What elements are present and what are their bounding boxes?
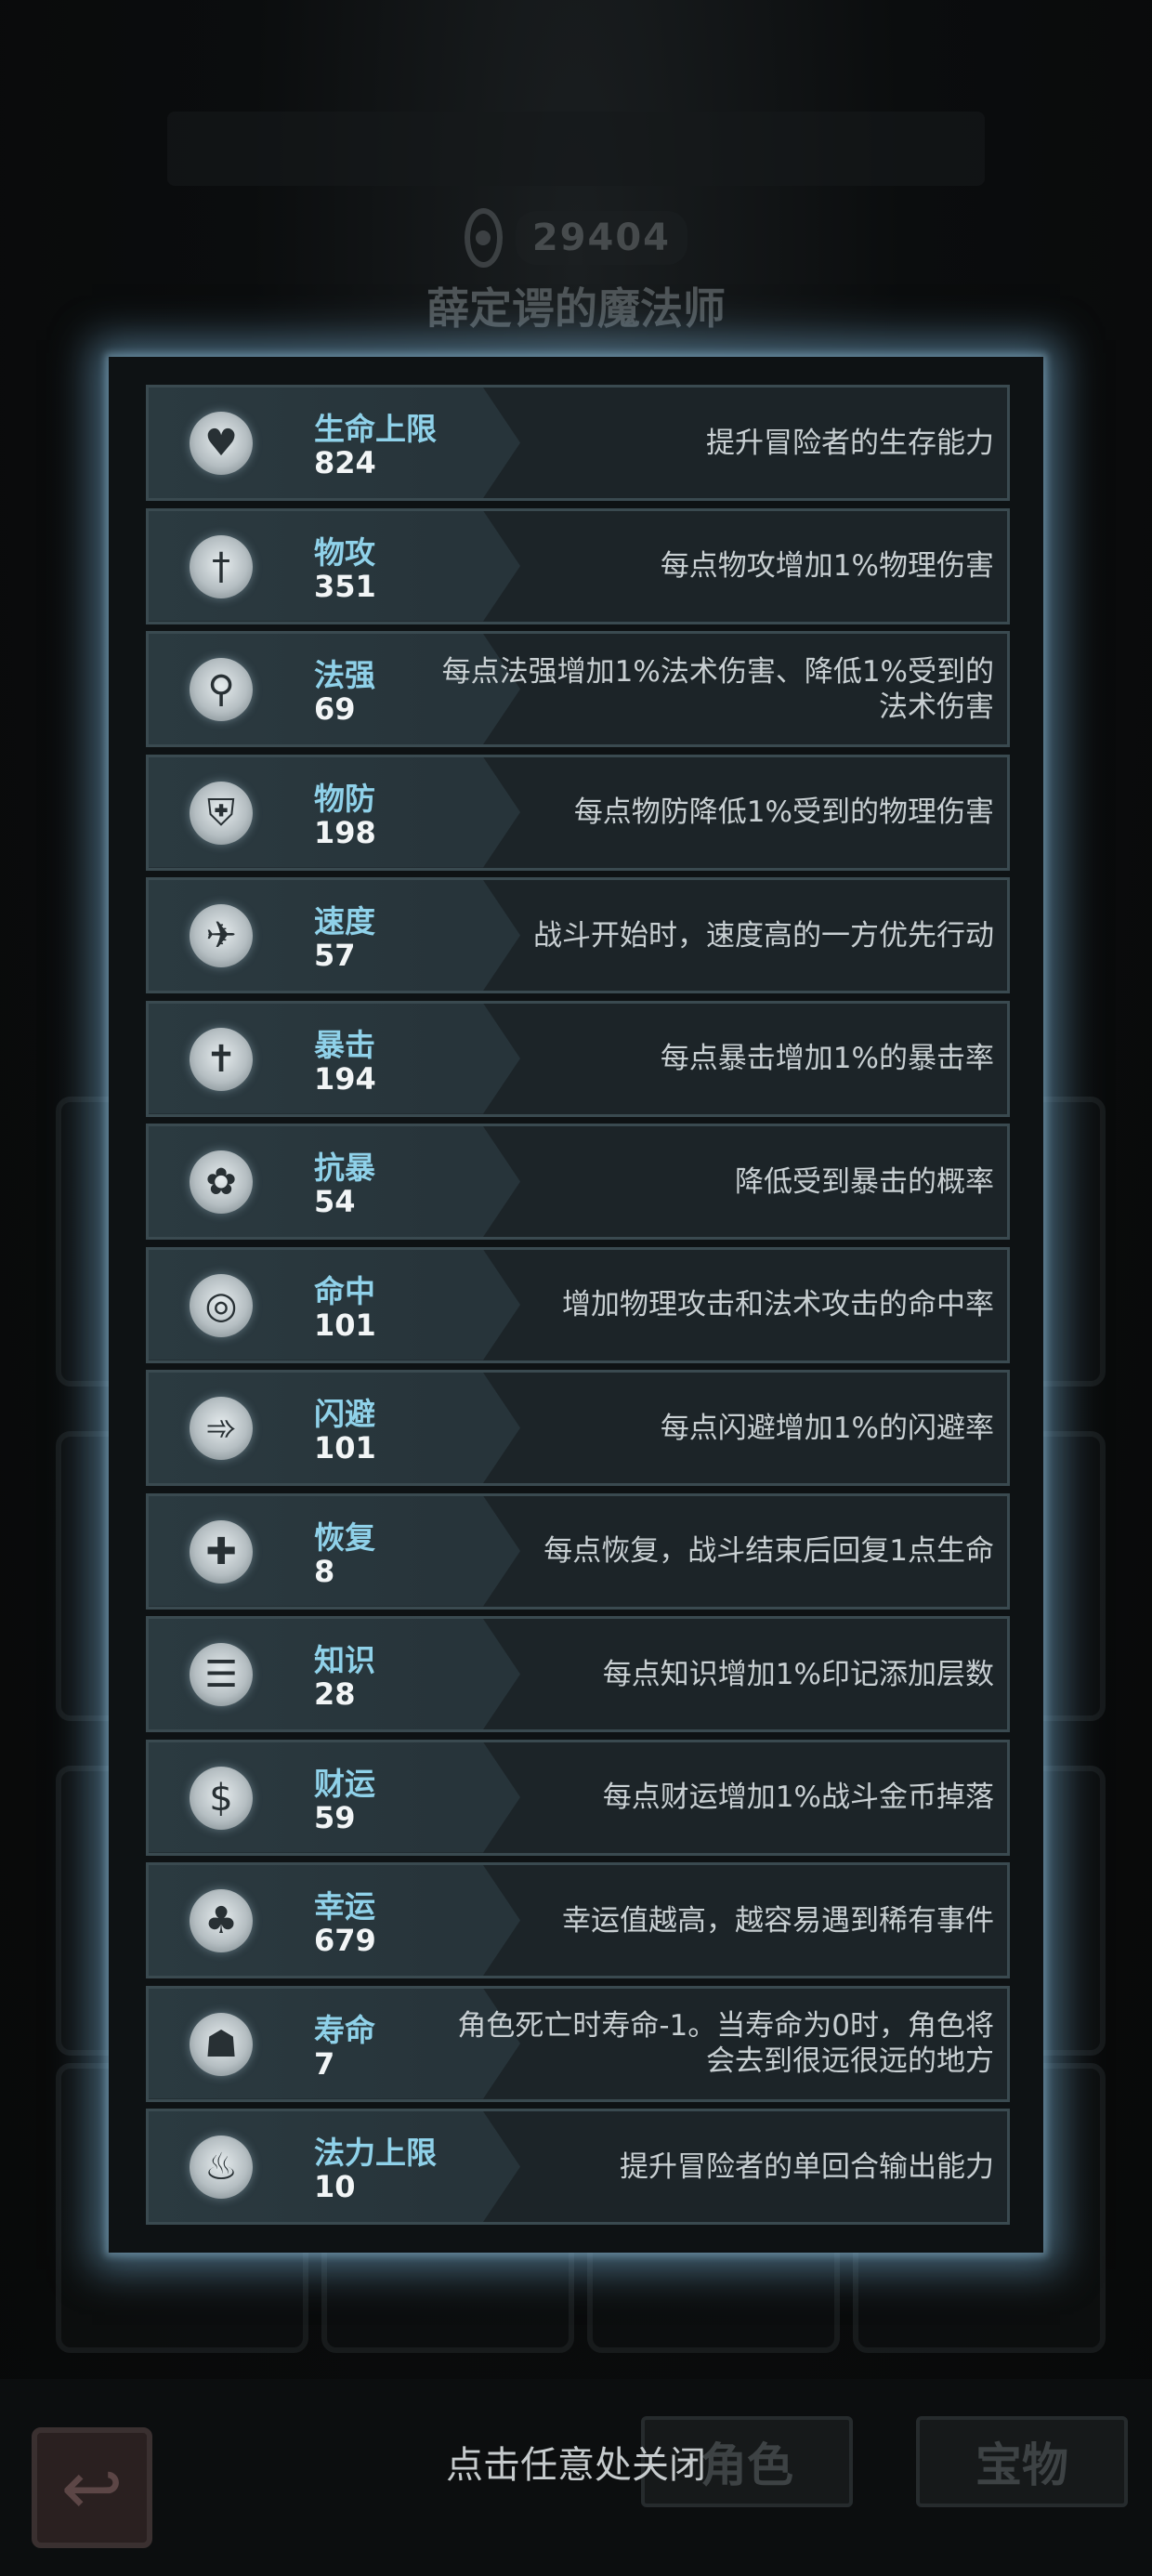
- attribute-row: ♣ 幸运 679 幸运值越高，越容易遇到稀有事件: [146, 1862, 1010, 1978]
- staff-icon: ⚲: [190, 658, 253, 721]
- crit-icon: ✝: [190, 1027, 253, 1091]
- attribute-value: 59: [314, 1799, 356, 1835]
- attribute-value: 679: [314, 1923, 376, 1958]
- attribute-name: 暴击: [314, 1026, 375, 1063]
- attribute-row: ✈ 速度 57 战斗开始时，速度高的一方优先行动: [146, 877, 1010, 993]
- attribute-name: 恢复: [314, 1518, 375, 1556]
- attribute-row: ◎ 命中 101 增加物理攻击和法术攻击的命中率: [146, 1246, 1010, 1363]
- attribute-panel: ♥ 生命上限 824 提升冒险者的生存能力 † 物攻 351 每点物攻增加1%物理伤害 ⚲ 法强 6…: [109, 357, 1043, 2253]
- attribute-value: 7: [314, 2045, 335, 2082]
- attribute-value: 101: [314, 1307, 376, 1343]
- attribute-value: 10: [314, 2169, 356, 2204]
- target-icon: ◎: [190, 1273, 253, 1337]
- attribute-description: 提升冒险者的单回合输出能力: [620, 2149, 994, 2184]
- attribute-row: $ 财运 59 每点财运增加1%战斗金币掉落: [146, 1739, 1010, 1856]
- attribute-description: 提升冒险者的生存能力: [706, 426, 994, 460]
- attribute-list: ♥ 生命上限 824 提升冒险者的生存能力 † 物攻 351 每点物攻增加1%物理伤害 ⚲ 法强 6…: [146, 385, 1010, 2232]
- attribute-name: 法强: [314, 657, 375, 693]
- attribute-description: 每点恢复，战斗结束后回复1点生命: [543, 1534, 994, 1568]
- attribute-name: 幸运: [314, 1888, 375, 1925]
- clover-icon: ♣: [190, 1889, 253, 1952]
- coin-icon: $: [190, 1766, 253, 1830]
- attribute-description: 每点物防降低1%受到的物理伤害: [573, 795, 994, 829]
- attribute-row: ♨ 法力上限 10 提升冒险者的单回合输出能力: [146, 2109, 1010, 2225]
- attribute-row: ✚ 恢复 8 每点恢复，战斗结束后回复1点生命: [146, 1492, 1010, 1610]
- attribute-row: ⚲ 法强 69 每点法强增加1%法术伤害、降低1%受到的法术伤害: [146, 631, 1010, 747]
- attribute-description: 战斗开始时，速度高的一方优先行动: [533, 918, 994, 953]
- attribute-row: ♥ 生命上限 824 提升冒险者的生存能力: [146, 385, 1010, 501]
- attribute-value: 54: [314, 1184, 356, 1219]
- attribute-row: † 物攻 351 每点物攻增加1%物理伤害: [146, 507, 1010, 624]
- background-banner: [167, 112, 985, 186]
- attribute-row: ☗ 寿命 7 角色死亡时寿命-1。当寿命为0时，角色将会去到很远很远的地方: [146, 1985, 1010, 2102]
- attribute-description: 幸运值越高，越容易遇到稀有事件: [562, 1903, 994, 1938]
- attribute-value: 194: [314, 1060, 376, 1097]
- attribute-description: 增加物理攻击和法术攻击的命中率: [562, 1288, 994, 1321]
- attribute-description: 角色死亡时寿命-1。当寿命为0时，角色将会去到很远很远的地方: [457, 2009, 994, 2078]
- attribute-name: 物攻: [314, 533, 375, 571]
- attribute-value: 824: [314, 445, 376, 480]
- power-display: 29404: [465, 206, 687, 269]
- attribute-value: 198: [314, 814, 376, 850]
- attribute-description: 每点知识增加1%印记添加层数: [602, 1657, 994, 1691]
- mana-icon: ♨: [190, 2136, 253, 2199]
- heal-icon: ✚: [190, 1519, 253, 1584]
- heart-up-icon: ♥: [190, 412, 253, 475]
- attribute-description: 每点法强增加1%法术伤害、降低1%受到的法术伤害: [441, 654, 994, 724]
- attribute-value: 57: [314, 938, 356, 973]
- attribute-row: ☰ 知识 28 每点知识增加1%印记添加层数: [146, 1616, 1010, 1732]
- attribute-value: 8: [314, 1553, 335, 1589]
- attribute-name: 闪避: [314, 1396, 375, 1432]
- attribute-name: 法力上限: [314, 2135, 437, 2171]
- attribute-name: 财运: [314, 1765, 375, 1802]
- attribute-row: ✝ 暴击 194 每点暴击增加1%的暴击率: [146, 1000, 1010, 1117]
- power-icon: [465, 208, 503, 268]
- attribute-value: 28: [314, 1676, 356, 1712]
- attribute-description: 每点暴击增加1%的暴击率: [660, 1042, 994, 1075]
- attribute-name: 知识: [314, 1642, 375, 1678]
- attribute-value: 351: [314, 568, 376, 604]
- close-hint[interactable]: 点击任意处关闭: [0, 2435, 1152, 2489]
- power-value: 29404: [515, 211, 687, 265]
- attribute-description: 降低受到暴击的概率: [735, 1164, 994, 1199]
- hero-name: 薛定谔的魔法师: [426, 283, 726, 334]
- armor-icon: ⛨: [190, 781, 253, 845]
- book-icon: ☰: [190, 1643, 253, 1706]
- attribute-description: 每点财运增加1%战斗金币掉落: [602, 1781, 994, 1814]
- attribute-name: 寿命: [314, 2011, 375, 2048]
- attribute-row: ✿ 抗暴 54 降低受到暴击的概率: [146, 1124, 1010, 1240]
- attribute-row: ⛨ 物防 198 每点物防降低1%受到的物理伤害: [146, 754, 1010, 871]
- attribute-description: 每点闪避增加1%的闪避率: [660, 1411, 994, 1445]
- attribute-row: ➾ 闪避 101 每点闪避增加1%的闪避率: [146, 1370, 1010, 1486]
- attribute-name: 生命上限: [314, 411, 437, 447]
- crit-resist-icon: ✿: [190, 1150, 253, 1214]
- attribute-name: 物防: [314, 780, 375, 817]
- attribute-name: 抗暴: [314, 1150, 375, 1186]
- attribute-value: 101: [314, 1430, 376, 1465]
- attribute-description: 每点物攻增加1%物理伤害: [660, 549, 994, 583]
- wing-icon: ✈: [190, 904, 253, 967]
- tombstone-icon: ☗: [190, 2012, 253, 2076]
- sword-icon: †: [190, 534, 253, 598]
- dodge-icon: ➾: [190, 1397, 253, 1460]
- attribute-name: 命中: [314, 1272, 375, 1309]
- attribute-value: 69: [314, 691, 356, 727]
- attribute-name: 速度: [314, 903, 375, 940]
